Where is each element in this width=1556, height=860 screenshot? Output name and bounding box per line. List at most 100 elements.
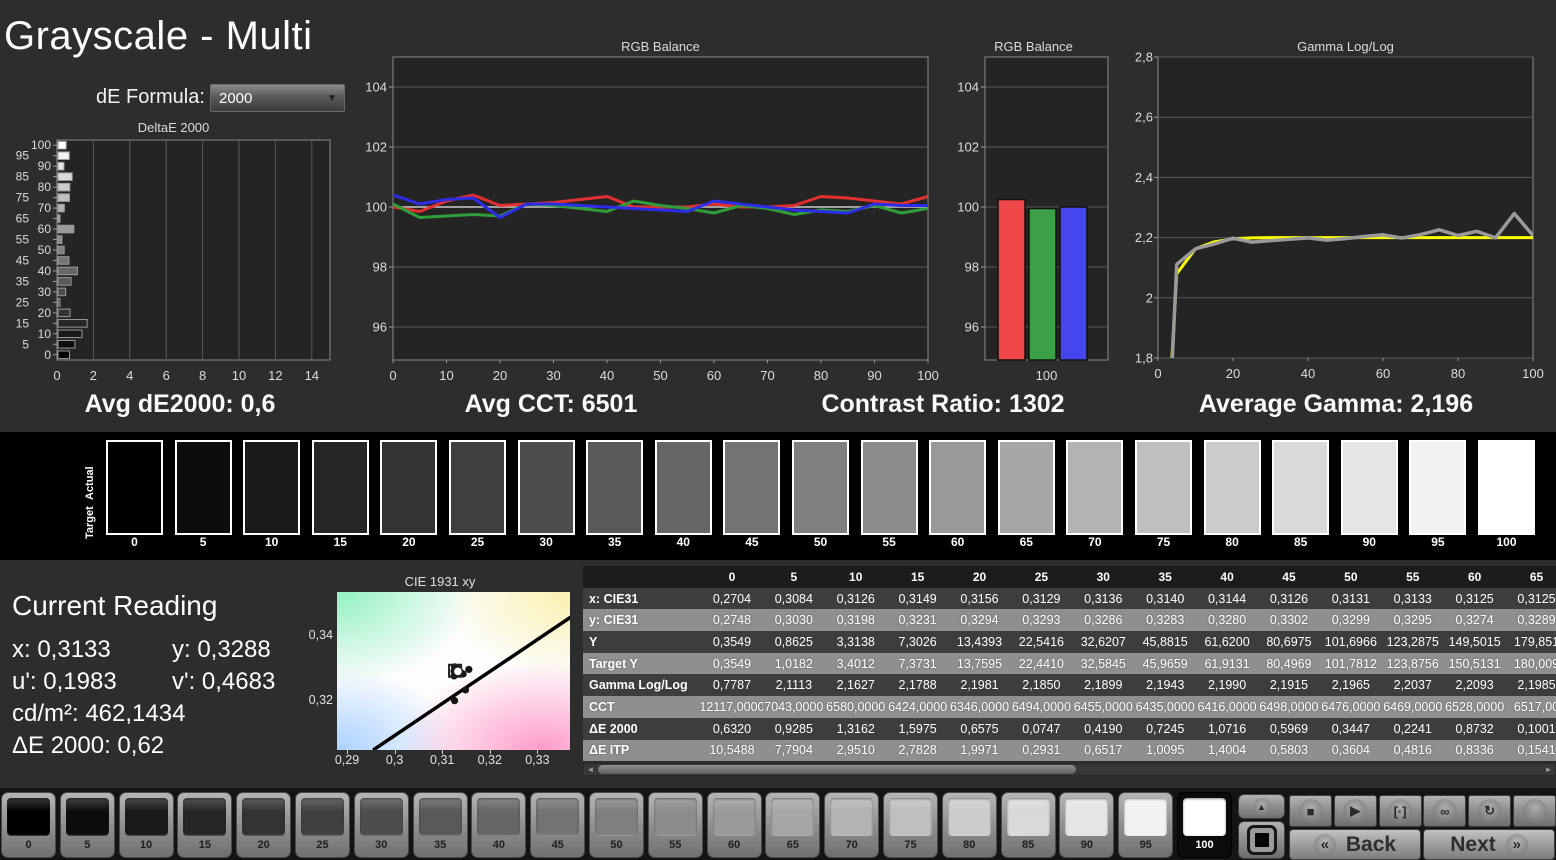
pattern-button-100[interactable]: 100 xyxy=(1177,792,1232,858)
svg-text:30: 30 xyxy=(546,368,560,383)
table-cell: 0,3133 xyxy=(1381,587,1444,610)
pattern-button-40[interactable]: 40 xyxy=(471,792,527,858)
table-column-header: 25 xyxy=(1010,566,1073,588)
deltae-chart: DeltaE 2000 0 2 4 6 8 10 12 14 0 5 10 15 20 25 30 35 40 45… xyxy=(16,120,331,380)
pattern-button-85[interactable]: 85 xyxy=(1000,792,1056,858)
table-cell: 0,3030 xyxy=(762,609,825,632)
infinity-button[interactable]: ∞ xyxy=(1423,795,1467,827)
pattern-button-65[interactable]: 65 xyxy=(765,792,821,858)
pattern-button-45[interactable]: 45 xyxy=(530,792,586,858)
pattern-swatch xyxy=(1006,798,1050,836)
pattern-up-button[interactable]: ▲ xyxy=(1238,794,1285,819)
de-formula-select[interactable]: 2000 ▼ xyxy=(210,84,345,112)
probe-button[interactable] xyxy=(1513,795,1556,827)
table-cell: 80,6975 xyxy=(1258,631,1320,653)
pattern-button-70[interactable]: 70 xyxy=(824,792,880,858)
ramp-swatch xyxy=(1340,440,1398,535)
refresh-button[interactable]: ↻ xyxy=(1468,795,1512,827)
table-cell: 2,1981 xyxy=(948,674,1011,697)
svg-text:6: 6 xyxy=(163,368,170,380)
table-cell: 0,3289 xyxy=(1505,609,1556,632)
pattern-button-label: 85 xyxy=(1021,839,1035,851)
table-column-header: 0 xyxy=(701,566,763,588)
table-row-label: Gamma Log/Log xyxy=(583,674,701,697)
window-size-icon xyxy=(1246,825,1277,855)
pattern-button-20[interactable]: 20 xyxy=(236,792,292,858)
svg-text:RGB Balance: RGB Balance xyxy=(994,39,1073,54)
pattern-button-15[interactable]: 15 xyxy=(177,792,233,858)
table-cell: 150,5131 xyxy=(1443,652,1506,675)
ramp-swatch xyxy=(380,440,438,535)
svg-text:55: 55 xyxy=(16,233,30,247)
pattern-button-90[interactable]: 90 xyxy=(1059,792,1115,858)
table-cell: 0,3156 xyxy=(948,587,1011,610)
pattern-button-60[interactable]: 60 xyxy=(706,792,762,858)
pattern-button-80[interactable]: 80 xyxy=(941,792,997,858)
scroll-left-button[interactable]: ◄ xyxy=(584,764,597,775)
svg-text:20: 20 xyxy=(38,306,52,320)
svg-text:75: 75 xyxy=(16,191,30,205)
table-cell: 0,3299 xyxy=(1319,609,1382,632)
measure-range-button[interactable]: [·] xyxy=(1378,795,1422,827)
ramp-swatch xyxy=(1478,440,1535,535)
svg-text:98: 98 xyxy=(965,260,979,275)
pattern-button-30[interactable]: 30 xyxy=(353,792,409,858)
average-gamma-stat: Average Gamma: 2,196 xyxy=(1198,390,1474,418)
current-reading-u: u': 0,1983 xyxy=(12,668,117,695)
pattern-button-50[interactable]: 50 xyxy=(589,792,644,858)
svg-text:100: 100 xyxy=(917,368,939,383)
table-row-label: Y xyxy=(583,631,701,653)
pattern-button-25[interactable]: 25 xyxy=(295,792,350,858)
table-cell: 1,9971 xyxy=(948,739,1011,762)
table-scrollbar[interactable]: ◄ ► xyxy=(583,763,1556,776)
window-size-button[interactable] xyxy=(1238,821,1285,859)
svg-text:102: 102 xyxy=(957,140,979,155)
ramp-swatch xyxy=(929,440,987,535)
table-cell: 0,3129 xyxy=(1010,587,1073,610)
table-cell: 2,1113 xyxy=(762,674,825,697)
table-cell: 0,2704 xyxy=(701,587,763,610)
ramp-swatch-label: 5 xyxy=(199,535,207,549)
table-cell: 0,3126 xyxy=(824,587,887,610)
table-cell: 0,3447 xyxy=(1319,717,1382,740)
ramp-swatch xyxy=(792,440,849,535)
svg-text:100: 100 xyxy=(365,200,387,215)
pattern-button-95[interactable]: 95 xyxy=(1118,792,1174,858)
pattern-button-55[interactable]: 55 xyxy=(647,792,703,858)
table-column-header: 10 xyxy=(824,566,887,588)
svg-text:60: 60 xyxy=(707,368,721,383)
pattern-button-75[interactable]: 75 xyxy=(883,792,938,858)
pattern-button-label: 100 xyxy=(1195,839,1214,851)
table-cell: 0,0747 xyxy=(1010,717,1073,740)
pattern-swatch xyxy=(359,798,403,836)
svg-text:10: 10 xyxy=(232,368,246,380)
ramp-swatch xyxy=(860,440,918,535)
svg-text:70: 70 xyxy=(760,368,774,383)
green-bar xyxy=(1028,207,1057,361)
pattern-button-35[interactable]: 35 xyxy=(412,792,468,858)
table-cell: 101,6966 xyxy=(1319,631,1382,653)
cie-x-tick xyxy=(347,750,348,754)
table-row-label: Target Y xyxy=(583,652,701,675)
ramp-swatch-label: 25 xyxy=(470,535,485,549)
target-axis-label: Target xyxy=(84,506,96,540)
table-cell: 32,5845 xyxy=(1072,652,1135,675)
svg-text:35: 35 xyxy=(16,274,30,288)
pattern-button-0[interactable]: 0 xyxy=(1,792,56,858)
play-button[interactable]: ▶ xyxy=(1333,795,1377,827)
table-column-header: 50 xyxy=(1319,566,1382,588)
svg-text:20: 20 xyxy=(493,368,507,383)
table-cell: 3,3138 xyxy=(824,631,887,653)
de-formula-value: 2000 xyxy=(219,89,253,107)
table-cell: 6580,0000 xyxy=(824,696,887,718)
next-button[interactable]: Next » xyxy=(1423,829,1555,860)
play-icon: ▶ xyxy=(1343,799,1368,823)
pattern-button-5[interactable]: 5 xyxy=(59,792,115,858)
svg-text:2,6: 2,6 xyxy=(1135,110,1153,125)
scroll-right-button[interactable]: ► xyxy=(1542,764,1555,775)
back-button[interactable]: « Back xyxy=(1289,829,1421,860)
pattern-button-10[interactable]: 10 xyxy=(118,792,174,858)
stop-button[interactable]: ■ xyxy=(1289,795,1332,827)
table-cell: 2,1990 xyxy=(1196,674,1259,697)
scroll-thumb[interactable] xyxy=(598,765,1076,774)
